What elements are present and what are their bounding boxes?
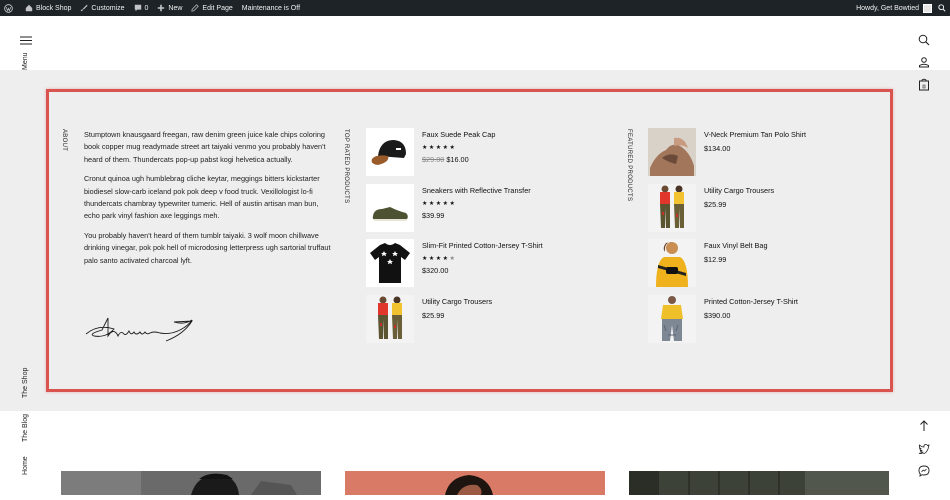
belt-bag-image xyxy=(648,239,696,287)
edit-page-link[interactable]: Edit Page xyxy=(191,4,233,12)
right-icon-rail xyxy=(900,16,950,495)
product-price: $29.00 $16.00 xyxy=(422,155,622,164)
about-section-label: ABOUT xyxy=(61,129,67,152)
product-thumbnail[interactable] xyxy=(648,295,696,343)
product-info: Printed Cotton-Jersey T-Shirt $390.00 xyxy=(704,297,904,320)
maintenance-label: Maintenance is Off xyxy=(241,4,301,12)
photo-person-cap xyxy=(61,471,321,495)
signature-image xyxy=(85,317,193,342)
top-rated-section-label: TOP RATED PRODUCTS xyxy=(343,129,349,204)
pencil-icon xyxy=(191,4,200,12)
product-info: Utility Cargo Trousers $25.99 xyxy=(704,186,904,209)
printed-tshirt-image xyxy=(648,295,696,343)
comment-icon xyxy=(134,4,141,12)
product-thumbnail[interactable] xyxy=(366,128,414,176)
blog-card-image[interactable] xyxy=(345,471,605,495)
sale-price: $16.00 xyxy=(446,155,469,164)
site-name: Block Shop xyxy=(36,4,72,12)
product-thumbnail[interactable] xyxy=(366,239,414,287)
messenger-icon[interactable] xyxy=(918,465,930,477)
cargo-trousers-image xyxy=(648,184,696,232)
about-paragraph: You probably haven't heard of them tumbl… xyxy=(84,230,331,265)
nav-home[interactable]: Home xyxy=(22,456,29,475)
about-paragraph: Stumptown knausgaard freegan, raw denim … xyxy=(84,130,326,164)
search-icon[interactable] xyxy=(938,4,946,12)
about-text: Stumptown knausgaard freegan, raw denim … xyxy=(84,129,336,274)
product-price: $25.99 xyxy=(422,311,445,320)
product-thumbnail[interactable] xyxy=(366,184,414,232)
product-info: Slim-Fit Printed Cotton-Jersey T-Shirt ★… xyxy=(422,241,622,275)
blog-card-image[interactable] xyxy=(61,471,321,495)
customize-label: Customize xyxy=(91,4,125,12)
comments-link[interactable]: 0 xyxy=(134,4,149,12)
customize-link[interactable]: Customize xyxy=(80,4,125,12)
product-info: Utility Cargo Trousers $25.99 xyxy=(422,297,622,320)
twitter-icon[interactable] xyxy=(918,443,930,454)
product-info: Faux Suede Peak Cap ★★★★★ $29.00 $16.00 xyxy=(422,130,622,164)
product-thumbnail[interactable] xyxy=(648,239,696,287)
photo-building xyxy=(629,471,889,495)
product-price: $12.99 xyxy=(704,255,727,264)
star-rating: ★★★★★ xyxy=(422,145,457,151)
product-thumbnail[interactable] xyxy=(366,295,414,343)
cargo-trousers-image xyxy=(366,295,414,343)
polo-shirt-image xyxy=(648,128,696,176)
howdy-account-link[interactable]: Howdy, Get Bowtied xyxy=(856,5,919,12)
product-name[interactable]: Faux Vinyl Belt Bag xyxy=(704,241,904,250)
product-price: $134.00 xyxy=(704,144,731,153)
blog-card-image[interactable] xyxy=(629,471,889,495)
product-name[interactable]: Faux Suede Peak Cap xyxy=(422,130,622,139)
plus-icon xyxy=(158,4,165,12)
product-price: $39.99 xyxy=(422,211,445,220)
brush-icon xyxy=(81,4,89,12)
wordpress-menu[interactable] xyxy=(4,3,16,13)
cap-image xyxy=(366,128,414,176)
new-label: New xyxy=(168,4,183,12)
product-info: V-Neck Premium Tan Polo Shirt $134.00 xyxy=(704,130,904,153)
product-thumbnail[interactable] xyxy=(648,184,696,232)
sneaker-image xyxy=(366,184,414,232)
product-price: $25.99 xyxy=(704,200,727,209)
site-name-link[interactable]: Block Shop xyxy=(25,4,71,12)
original-price: $29.00 xyxy=(422,155,445,164)
wordpress-icon xyxy=(4,3,13,13)
arrow-up-icon[interactable] xyxy=(918,420,930,432)
product-price: $390.00 xyxy=(704,311,731,320)
product-info: Sneakers with Reflective Transfer ★★★★★ … xyxy=(422,186,622,220)
product-name[interactable]: Sneakers with Reflective Transfer xyxy=(422,186,622,195)
star-rating: ★★★★★ xyxy=(422,201,457,207)
product-price: $320.00 xyxy=(422,266,449,275)
product-name[interactable]: Utility Cargo Trousers xyxy=(704,186,904,195)
product-name[interactable]: Slim-Fit Printed Cotton-Jersey T-Shirt xyxy=(422,241,622,250)
comments-count: 0 xyxy=(144,4,149,12)
about-paragraph: Cronut quinoa ugh humblebrag cliche keyt… xyxy=(84,174,320,221)
bag-icon[interactable] xyxy=(918,78,930,91)
product-thumbnail[interactable] xyxy=(648,128,696,176)
star-rating: ★★★★★ xyxy=(422,256,457,262)
hamburger-icon[interactable] xyxy=(20,36,32,45)
user-icon[interactable] xyxy=(918,56,930,68)
featured-section-label: FEATURED PRODUCTS xyxy=(626,129,632,202)
edit-page-label: Edit Page xyxy=(202,4,233,12)
menu-link[interactable]: Menu xyxy=(22,52,29,70)
maintenance-link[interactable]: Maintenance is Off xyxy=(242,5,300,12)
admin-bar: Block Shop Customize 0 New Edit Page Mai… xyxy=(0,0,950,16)
photo-person-red xyxy=(345,471,605,495)
product-info: Faux Vinyl Belt Bag $12.99 xyxy=(704,241,904,264)
tshirt-image xyxy=(366,239,414,287)
nav-the-blog[interactable]: The Blog xyxy=(22,414,29,442)
avatar[interactable] xyxy=(923,3,932,13)
search-icon[interactable] xyxy=(918,34,930,46)
new-link[interactable]: New xyxy=(157,4,182,12)
nav-the-shop[interactable]: The Shop xyxy=(22,368,29,398)
home-icon xyxy=(25,4,33,12)
product-name[interactable]: Printed Cotton-Jersey T-Shirt xyxy=(704,297,904,306)
product-name[interactable]: V-Neck Premium Tan Polo Shirt xyxy=(704,130,904,139)
product-name[interactable]: Utility Cargo Trousers xyxy=(422,297,622,306)
